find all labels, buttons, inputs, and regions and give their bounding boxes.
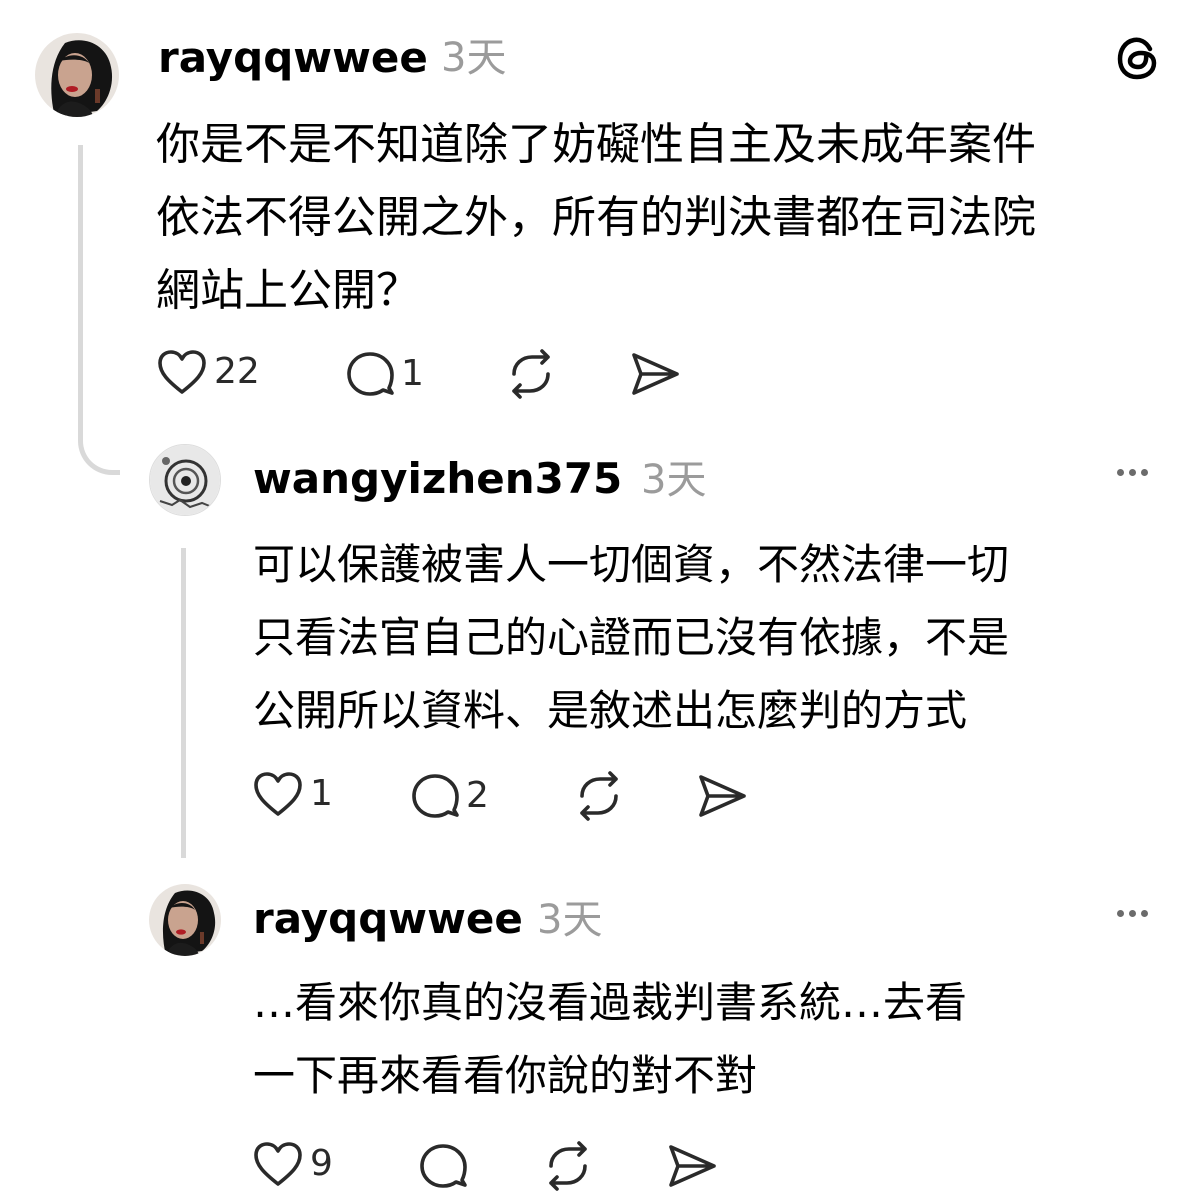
heart-icon — [254, 1142, 302, 1186]
reply-button[interactable] — [418, 1142, 468, 1190]
comment-icon — [412, 774, 459, 818]
comment-text-line: …看來你真的沒看過裁判書系統…去看 — [253, 978, 968, 1027]
avatar[interactable] — [149, 444, 221, 516]
comment-text-line: 你是不是不知道除了妨礙性自主及未成年案件 — [156, 119, 1036, 170]
reply-count: 2 — [466, 775, 489, 816]
more-options-button[interactable] — [1117, 910, 1148, 917]
username[interactable]: rayqqwwee — [253, 898, 523, 940]
repost-button[interactable] — [541, 1140, 595, 1192]
heart-icon — [158, 350, 206, 394]
like-count: 1 — [310, 773, 333, 814]
reply-button[interactable]: 2 — [410, 772, 489, 820]
repost-button[interactable] — [504, 348, 558, 400]
threads-logo-icon[interactable] — [1112, 32, 1164, 84]
share-icon — [669, 1145, 716, 1187]
timestamp: 3天 — [641, 457, 707, 503]
comment-text-line: 網站上公開？ — [156, 265, 420, 316]
more-options-icon — [1141, 469, 1148, 476]
timestamp: 3天 — [441, 35, 507, 81]
comment-icon — [420, 1144, 467, 1188]
avatar[interactable] — [149, 884, 221, 956]
repost-icon — [580, 771, 618, 821]
reply-button[interactable]: 1 — [345, 350, 424, 398]
username[interactable]: rayqqwwee — [158, 37, 428, 79]
repost-icon — [512, 349, 550, 399]
comment-body: 你是不是不知道除了妨礙性自主及未成年案件 依法不得公開之外，所有的判決書都在司法… — [156, 108, 1036, 327]
thread-connector-line — [181, 548, 186, 858]
share-button[interactable] — [665, 1142, 719, 1190]
comment-body: 可以保護被害人一切個資，不然法律一切 只看法官自己的心證而已沒有依據，不是 公開… — [253, 528, 1009, 747]
comment-text-line: 只看法官自己的心證而已沒有依據，不是 — [253, 613, 1010, 662]
more-options-icon — [1141, 910, 1148, 917]
like-count: 9 — [310, 1143, 333, 1184]
share-icon — [632, 353, 679, 395]
like-count: 22 — [214, 351, 260, 392]
like-button[interactable]: 22 — [156, 348, 260, 396]
avatar[interactable] — [35, 33, 119, 117]
repost-button[interactable] — [572, 770, 626, 822]
comment-text-line: 一下再來看看你說的對不對 — [253, 1051, 758, 1100]
more-options-icon — [1129, 469, 1136, 476]
like-button[interactable]: 9 — [252, 1140, 333, 1188]
reply-count: 1 — [401, 353, 424, 394]
comment-text-line: 公開所以資料、是敘述出怎麼判的方式 — [253, 686, 968, 735]
timestamp: 3天 — [537, 897, 603, 943]
comment-body: …看來你真的沒看過裁判書系統…去看 一下再來看看你說的對不對 — [253, 966, 967, 1112]
thread-connector-elbow — [78, 145, 120, 475]
comment-icon — [347, 352, 394, 396]
like-button[interactable]: 1 — [252, 770, 333, 818]
more-options-icon — [1129, 910, 1136, 917]
more-options-icon — [1117, 469, 1124, 476]
more-options-icon — [1117, 910, 1124, 917]
comment-text-line: 可以保護被害人一切個資，不然法律一切 — [253, 540, 1010, 589]
repost-icon — [549, 1141, 587, 1191]
more-options-button[interactable] — [1117, 469, 1148, 476]
share-button[interactable] — [628, 350, 682, 398]
username[interactable]: wangyizhen375 — [253, 458, 622, 500]
share-icon — [699, 775, 746, 817]
heart-icon — [254, 772, 302, 816]
share-button[interactable] — [695, 772, 749, 820]
comment-text-line: 依法不得公開之外，所有的判決書都在司法院 — [156, 192, 1036, 243]
